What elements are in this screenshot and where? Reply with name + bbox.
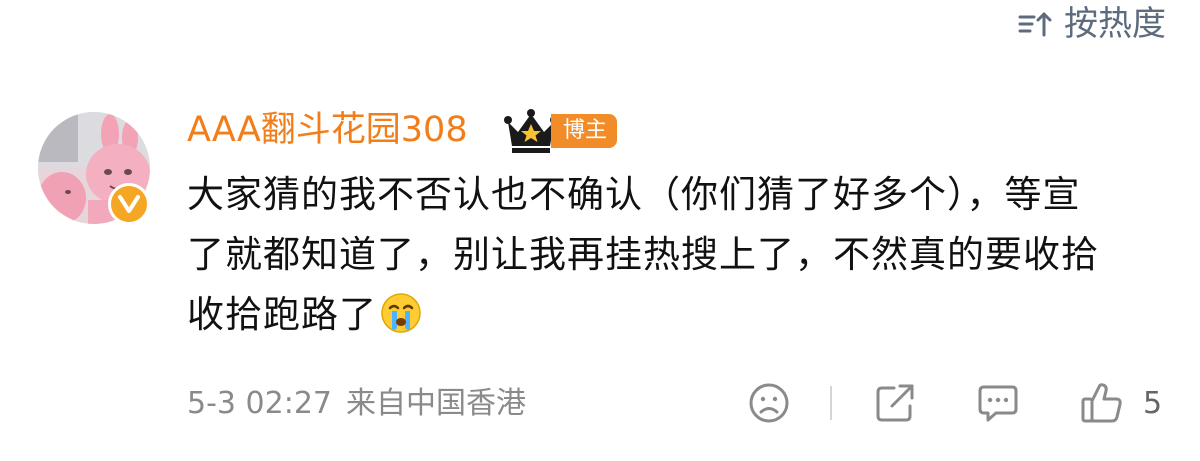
sort-icon (1018, 10, 1052, 38)
verified-badge-icon (108, 183, 150, 225)
location: 来自中国香港 (346, 386, 526, 421)
reply-icon (976, 382, 1020, 424)
like-icon (1080, 381, 1124, 425)
like-button[interactable] (1080, 380, 1124, 426)
username-link[interactable]: AAA翻斗花园308 (187, 106, 468, 154)
comment-page: 按热度 AAA翻斗花园308 博主 大家猜的我不否认也不确认（你们猜了好多个），… (0, 0, 1200, 461)
emoji-reaction-icon (748, 382, 790, 424)
crying-face-emoji (379, 291, 423, 335)
timestamp: 5-3 02:27 (187, 386, 332, 421)
share-button[interactable] (874, 380, 918, 426)
like-count: 5 (1143, 386, 1163, 421)
sort-label: 按热度 (1064, 4, 1166, 44)
reply-button[interactable] (976, 380, 1020, 426)
comment-body: 大家猜的我不否认也不确认（你们猜了好多个），等宣了就都知道了，别让我再挂热搜上了… (187, 173, 1099, 336)
comment-text: 大家猜的我不否认也不确认（你们猜了好多个），等宣了就都知道了，别让我再挂热搜上了… (187, 165, 1117, 345)
crown-icon (504, 108, 558, 154)
author-badge: 博主 (551, 114, 618, 148)
emoji-reaction-button[interactable] (748, 380, 790, 426)
comment-meta: 5-3 02:27 来自中国香港 (187, 382, 526, 426)
share-icon (874, 382, 918, 424)
sort-by-heat-button[interactable]: 按热度 (1018, 4, 1166, 44)
divider (830, 386, 832, 420)
